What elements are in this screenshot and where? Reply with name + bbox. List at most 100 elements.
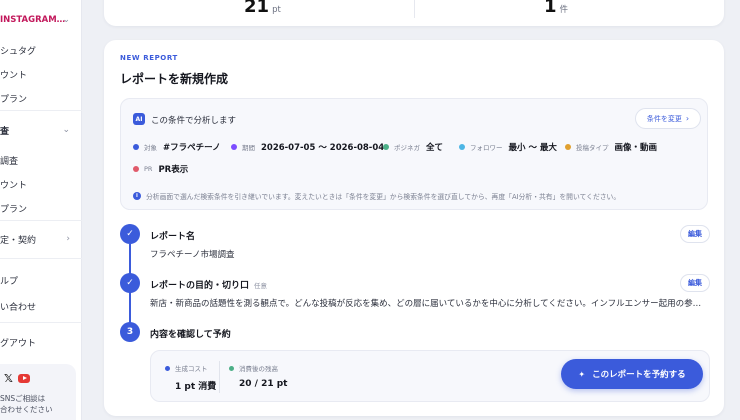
social-contact-box: 𝕏 SNSご相談は 合わせください (0, 364, 76, 420)
optional-tag: 任意 (254, 282, 268, 290)
change-conditions-label: 条件を変更 (646, 114, 682, 123)
chip-value: 全て (426, 143, 444, 153)
sidebar-brand-instagram[interactable]: INSTAGRAM… ⌄ (0, 8, 82, 32)
step-3-number: 3 (120, 322, 140, 342)
chip-value: 2026-07-05 〜 2026-08-04 (261, 143, 385, 153)
reserve-report-button[interactable]: ✦ このレポートを予約する (561, 359, 703, 389)
generation-cost: 生成コスト 1 pt 消費 (165, 363, 216, 392)
step-3-title: 内容を確認して予約 (150, 330, 231, 340)
dot-icon (565, 144, 571, 150)
chip-label: 対象 (144, 144, 157, 152)
step-1-check-icon: ✓ (120, 224, 140, 244)
dot-icon (459, 144, 465, 150)
summary-divider (219, 361, 220, 393)
chip-value: PR表示 (158, 165, 189, 175)
sidebar-item-account-2[interactable]: ウント (0, 172, 82, 196)
chip-value: 画像・動画 (614, 143, 658, 153)
balance-after-label: 消費後の残高 (239, 365, 278, 373)
sidebar-item-plan[interactable]: プラン (0, 86, 82, 110)
sidebar-divider (0, 322, 82, 323)
sidebar-item-account[interactable]: ウント (0, 62, 82, 86)
conditions-note-text: 分析画面で選んだ検索条件を引き継いでいます。変えたいときは「条件を変更」から検索… (146, 193, 621, 201)
chip-label: フォロワー (470, 144, 503, 152)
stat-points-unit: pt (272, 5, 281, 15)
edit-purpose-button[interactable]: 編集 (680, 274, 710, 292)
condition-chip-sentiment: ポジネガ 全て (383, 141, 443, 153)
chevron-down-icon: ⌄ (62, 125, 70, 135)
sidebar-item-logout[interactable]: グアウト (0, 330, 82, 354)
condition-chip-target: 対象 #フラペチーノ (133, 141, 221, 153)
chip-label: ポジネガ (394, 144, 420, 152)
stats-divider (414, 0, 415, 18)
sparkle-icon: ✦ (578, 369, 586, 379)
sidebar-item-label: プラン (0, 94, 28, 105)
chip-label: 期間 (242, 144, 255, 152)
sidebar-item-plan-2[interactable]: プラン (0, 196, 82, 220)
sidebar-divider (0, 220, 82, 221)
chip-value: 最小 〜 最大 (508, 143, 557, 153)
sidebar-divider (0, 110, 82, 111)
sidebar-item-label: シュタグ (0, 46, 37, 57)
stat-count-value: 1 (544, 0, 557, 17)
step-2-title: レポートの目的・切り口 任意 (150, 278, 267, 291)
info-icon: i (133, 192, 141, 200)
sidebar-item-label: ウント (0, 180, 28, 191)
social-contact-text-2: 合わせください (0, 405, 53, 414)
stat-points: 21 pt (244, 0, 281, 20)
chip-label: PR (144, 165, 153, 173)
balance-after: 消費後の残高 20 / 21 pt (229, 363, 287, 389)
condition-chip-period: 期間 2026-07-05 〜 2026-08-04 (231, 141, 384, 153)
stat-count: 1 件 (544, 0, 568, 20)
sidebar-item-contact[interactable]: い合わせ (0, 294, 82, 318)
conditions-heading: この条件で分析します (151, 116, 237, 126)
sidebar-item-hashtag[interactable]: シュタグ (0, 38, 82, 62)
dot-icon (133, 166, 139, 172)
stats-card: 21 pt 1 件 (104, 0, 724, 26)
condition-chip-pr: PR PR表示 (133, 163, 188, 175)
step-2-value: 新店・新商品の話題性を測る観点で。どんな投稿が反応を集め、どの層に届いているかを… (150, 299, 702, 309)
page-title: レポートを新規作成 (120, 72, 229, 86)
generation-cost-label-row: 生成コスト (165, 363, 216, 373)
condition-chip-post-type: 投稿タイプ 画像・動画 (565, 141, 657, 153)
dot-icon (165, 365, 170, 371)
sidebar-item-label: い合わせ (0, 302, 37, 313)
x-logo-icon[interactable]: 𝕏 (4, 372, 13, 385)
chip-value: #フラペチーノ (163, 143, 221, 153)
sidebar: INSTAGRAM… ⌄ シュタグ ウント プラン 査 ⌄ 調査 ウント プラン… (0, 0, 82, 420)
step-2-check-icon: ✓ (120, 273, 140, 293)
reserve-report-label: このレポートを予約する (592, 370, 686, 380)
sidebar-item-label: 定・契約 (0, 235, 37, 246)
sidebar-item-help[interactable]: ルプ (0, 268, 82, 292)
balance-after-value: 20 / 21 pt (239, 379, 288, 389)
report-eyebrow: NEW REPORT (120, 54, 178, 62)
dot-icon (229, 365, 234, 371)
balance-after-label-row: 消費後の残高 (229, 363, 287, 373)
sidebar-item-label: 査 (0, 126, 10, 137)
sidebar-item-label: ウント (0, 70, 28, 81)
edit-report-name-button[interactable]: 編集 (680, 225, 710, 243)
condition-chip-followers: フォロワー 最小 〜 最大 (459, 141, 557, 153)
sidebar-item-research[interactable]: 調査 (0, 148, 82, 172)
sidebar-item-label: グアウト (0, 338, 37, 349)
sidebar-brand-label: INSTAGRAM… (0, 15, 66, 25)
sidebar-item-label: 調査 (0, 156, 19, 167)
sidebar-item-label: プラン (0, 204, 28, 215)
sidebar-divider (0, 258, 82, 259)
dot-icon (383, 144, 389, 150)
new-report-card: NEW REPORT レポートを新規作成 AI この条件で分析します 条件を変更… (104, 40, 724, 416)
stat-points-value: 21 (244, 0, 270, 17)
ai-icon: AI (133, 113, 145, 125)
sidebar-item-settings-contract[interactable]: 定・契約 › (0, 227, 82, 251)
dot-icon (133, 144, 139, 150)
youtube-icon[interactable] (18, 374, 30, 383)
generation-cost-value: 1 pt 消費 (175, 382, 217, 392)
change-conditions-button[interactable]: 条件を変更 › (635, 108, 701, 129)
chip-label: 投稿タイプ (576, 144, 609, 152)
step-1-value: フラペチーノ市場調査 (150, 250, 235, 260)
confirm-summary-box: 生成コスト 1 pt 消費 消費後の残高 20 / 21 pt ✦ このレポート… (150, 350, 710, 402)
step-1-title: レポート名 (150, 232, 196, 242)
sidebar-section-research[interactable]: 査 ⌄ (0, 118, 82, 142)
step-2-title-text: レポートの目的・切り口 (150, 281, 250, 291)
chevron-down-icon: ⌄ (62, 15, 70, 25)
sidebar-item-label: ルプ (0, 276, 19, 287)
